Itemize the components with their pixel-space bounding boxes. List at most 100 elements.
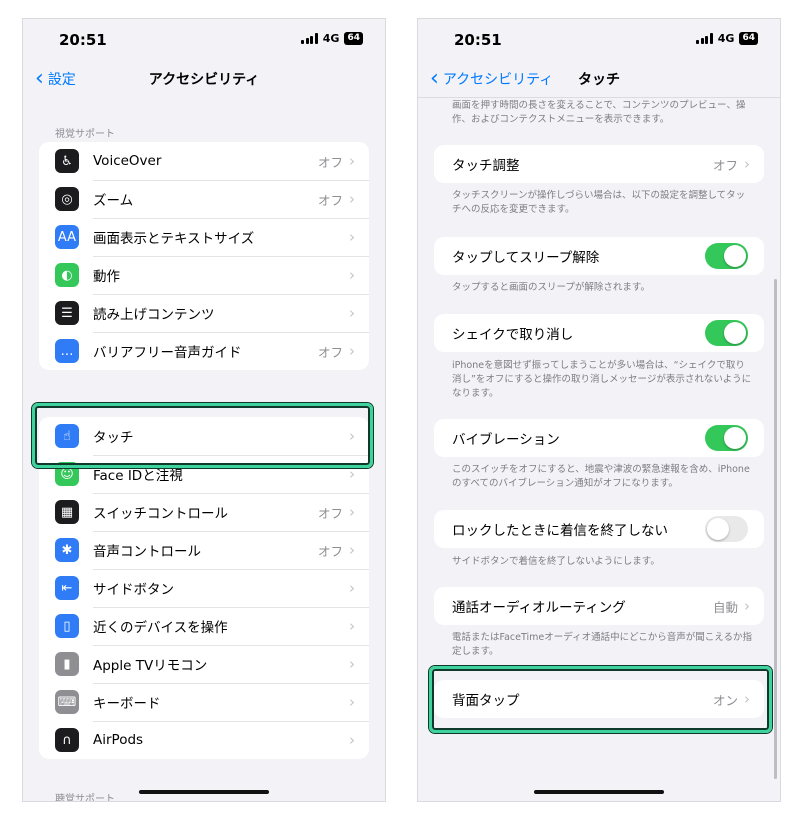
highlight-touch-row bbox=[32, 403, 373, 468]
speech-icon: ☰ bbox=[55, 301, 79, 325]
battery-icon: 64 bbox=[739, 32, 758, 45]
section-header-hearing: 聴覚サポート bbox=[55, 794, 115, 802]
list-item-label: AirPods bbox=[93, 732, 144, 748]
tap-to-wake-description: タップすると画面のスリープが解除されます。 bbox=[452, 282, 650, 293]
chevron-right-icon: › bbox=[349, 304, 355, 322]
chevron-right-icon: › bbox=[349, 342, 355, 360]
haptic-touch-description: 画面を押す時間の長さを変えることで、コンテンツのプレビュー、操作、およびコンテク… bbox=[452, 100, 746, 125]
list-item[interactable]: ⌨ キーボード › bbox=[39, 683, 369, 721]
list-item-label: 画面表示とテキストサイズ bbox=[93, 231, 255, 247]
list-item[interactable]: ✱ 音声コントロール オフ › bbox=[39, 531, 369, 569]
remote-icon: ▮ bbox=[55, 652, 79, 676]
nav-bar: ‹ アクセシビリティ タッチ bbox=[418, 66, 780, 99]
page-title: アクセシビリティ bbox=[148, 72, 260, 88]
prevent-lock-end-call-description: サイドボタンで着信を終了しないようにします。 bbox=[452, 556, 660, 567]
scrollbar[interactable] bbox=[774, 279, 777, 779]
page-title: タッチ bbox=[578, 72, 620, 88]
chevron-right-icon: › bbox=[349, 579, 355, 597]
list-item-label: バリアフリー音声ガイド bbox=[93, 345, 242, 361]
list-item[interactable]: ☰ 読み上げコンテンツ › bbox=[39, 294, 369, 332]
nearby-devices-icon: ▯ bbox=[55, 614, 79, 638]
list-item-label: キーボード bbox=[93, 696, 161, 712]
shake-to-undo-row: シェイクで取り消し bbox=[434, 314, 764, 352]
back-label: 設定 bbox=[47, 72, 76, 88]
vision-settings-group: ♿ VoiceOver オフ › ◎ ズーム オフ › AA 画面表示とテキストサイズ › ◐ 動作 › ☰… bbox=[39, 142, 369, 370]
vibration-row: バイブレーション bbox=[434, 419, 764, 457]
shake-to-undo-toggle[interactable] bbox=[705, 320, 748, 346]
network-type: 4G bbox=[322, 32, 340, 45]
list-item[interactable]: ♿ VoiceOver オフ › bbox=[39, 142, 369, 180]
shake-to-undo-label: シェイクで取り消し bbox=[452, 327, 574, 343]
list-item[interactable]: … バリアフリー音声ガイド オフ › bbox=[39, 332, 369, 370]
chevron-right-icon: › bbox=[349, 228, 355, 246]
list-item[interactable]: ⇤ サイドボタン › bbox=[39, 569, 369, 607]
back-label: アクセシビリティ bbox=[442, 72, 554, 88]
list-item[interactable]: AA 画面表示とテキストサイズ › bbox=[39, 218, 369, 256]
back-button[interactable]: ‹ 設定 bbox=[35, 68, 76, 90]
list-item-label: 動作 bbox=[93, 269, 120, 285]
list-item-value: オフ bbox=[317, 543, 343, 559]
list-item[interactable]: ▮ Apple TVリモコン › bbox=[39, 645, 369, 683]
list-item[interactable]: ◐ 動作 › bbox=[39, 256, 369, 294]
list-item[interactable]: ▯ 近くのデバイスを操作 › bbox=[39, 607, 369, 645]
chevron-right-icon: › bbox=[349, 152, 355, 170]
chevron-right-icon: › bbox=[349, 541, 355, 559]
cellular-signal-icon bbox=[696, 33, 713, 44]
battery-icon: 64 bbox=[344, 32, 363, 45]
call-audio-routing-description: 電話またはFaceTimeオーディオ通話中にどこから音声が聞こえるか指定します。 bbox=[452, 632, 752, 657]
chevron-right-icon: › bbox=[744, 155, 750, 173]
chevron-right-icon: › bbox=[349, 693, 355, 711]
motion-icon: ◐ bbox=[55, 263, 79, 287]
back-button[interactable]: ‹ アクセシビリティ bbox=[430, 66, 554, 91]
list-item-label: ズーム bbox=[93, 193, 134, 209]
vibration-label: バイブレーション bbox=[452, 432, 560, 448]
text-size-icon: AA bbox=[55, 225, 79, 249]
tap-to-wake-toggle[interactable] bbox=[705, 243, 748, 269]
home-indicator bbox=[139, 790, 269, 794]
cellular-signal-icon bbox=[301, 33, 318, 44]
voiceover-icon: ♿ bbox=[55, 149, 79, 173]
voice-control-icon: ✱ bbox=[55, 538, 79, 562]
highlight-back-tap-row bbox=[429, 666, 772, 733]
audio-description-icon: … bbox=[55, 339, 79, 363]
list-item-label: VoiceOver bbox=[93, 153, 162, 169]
list-item[interactable]: ◎ ズーム オフ › bbox=[39, 180, 369, 218]
vibration-toggle[interactable] bbox=[705, 425, 748, 451]
list-item-label: Apple TVリモコン bbox=[93, 658, 208, 674]
switch-control-icon: ▦ bbox=[55, 500, 79, 524]
airpods-icon: ∩ bbox=[55, 728, 79, 752]
nav-divider bbox=[418, 97, 780, 98]
status-bar: 20:51 4G 64 bbox=[23, 19, 385, 59]
network-type: 4G bbox=[717, 32, 735, 45]
chevron-left-icon: ‹ bbox=[430, 66, 439, 91]
prevent-lock-end-call-label: ロックしたときに着信を終了しない bbox=[452, 523, 668, 539]
nav-bar: ‹ 設定 アクセシビリティ bbox=[23, 68, 385, 99]
call-audio-routing-row[interactable]: 通話オーディオルーティング 自動 › bbox=[434, 587, 764, 625]
status-time: 20:51 bbox=[59, 31, 107, 49]
touch-accommodations-label: タッチ調整 bbox=[452, 158, 520, 174]
tap-to-wake-label: タップしてスリープ解除 bbox=[452, 250, 600, 266]
chevron-right-icon: › bbox=[349, 617, 355, 635]
list-item-label: 音声コントロール bbox=[93, 544, 201, 560]
list-item[interactable]: ∩ AirPods › bbox=[39, 721, 369, 759]
prevent-lock-end-call-toggle[interactable] bbox=[705, 516, 748, 542]
vibration-description: このスイッチをオフにすると、地震や津波の緊急速報を含め、iPhoneのすべてのバ… bbox=[452, 464, 750, 489]
motor-settings-group: ☝ タッチ › ☺ Face IDと注視 › ▦ スイッチコントロール オフ › ✱ 音声コントロール… bbox=[39, 417, 369, 759]
list-item-label: スイッチコントロール bbox=[93, 506, 228, 522]
list-item-value: オフ bbox=[317, 344, 343, 360]
list-item[interactable]: ▦ スイッチコントロール オフ › bbox=[39, 493, 369, 531]
chevron-right-icon: › bbox=[349, 503, 355, 521]
chevron-right-icon: › bbox=[349, 655, 355, 673]
touch-accommodations-row[interactable]: タッチ調整 オフ › bbox=[434, 145, 764, 183]
list-item-label: サイドボタン bbox=[93, 582, 174, 598]
list-item-value: オフ bbox=[317, 154, 343, 170]
touch-accommodations-value: オフ bbox=[712, 157, 738, 173]
list-item-label: 読み上げコンテンツ bbox=[93, 307, 215, 323]
keyboard-icon: ⌨ bbox=[55, 690, 79, 714]
zoom-icon: ◎ bbox=[55, 187, 79, 211]
chevron-right-icon: › bbox=[349, 190, 355, 208]
section-header-vision: 視覚サポート bbox=[55, 129, 115, 140]
chevron-right-icon: › bbox=[744, 597, 750, 615]
status-time: 20:51 bbox=[454, 31, 502, 49]
side-button-icon: ⇤ bbox=[55, 576, 79, 600]
